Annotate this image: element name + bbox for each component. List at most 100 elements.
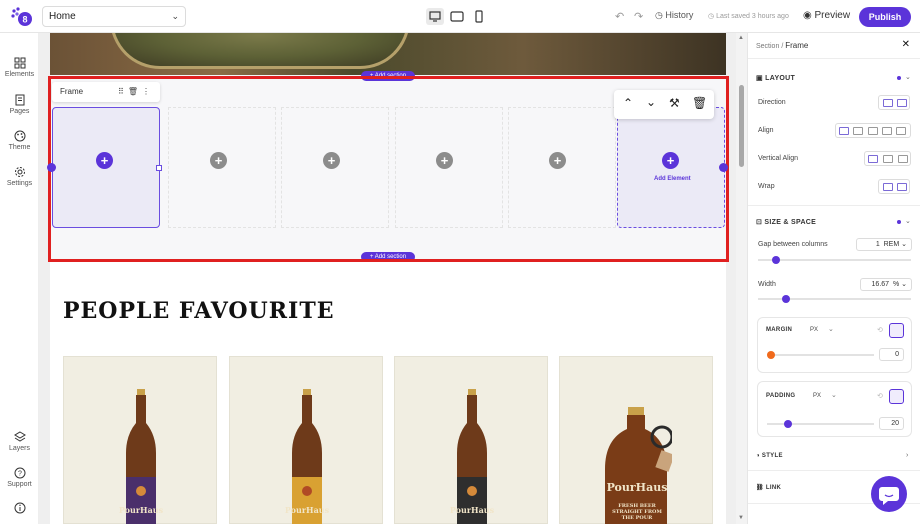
- modified-dot-icon: [897, 76, 901, 80]
- layout-icon: ▣: [756, 75, 766, 82]
- direction-label: Direction: [758, 99, 786, 106]
- sidebar-item-theme[interactable]: Theme: [0, 130, 39, 151]
- section-title: PEOPLE FAVOURITE: [63, 298, 335, 324]
- resize-handle-right[interactable]: [719, 163, 728, 172]
- valign-center-icon[interactable]: [883, 155, 893, 163]
- move-up-icon[interactable]: ⌃: [623, 96, 633, 110]
- valign-bottom-icon[interactable]: [898, 155, 908, 163]
- sidebar-item-settings[interactable]: Settings: [0, 166, 39, 187]
- scroll-thumb[interactable]: [739, 85, 744, 167]
- close-icon[interactable]: ✕: [902, 39, 910, 50]
- padding-unit[interactable]: PX: [813, 393, 821, 399]
- hero-image: [50, 33, 726, 75]
- breadcrumb: Section / Frame: [756, 41, 808, 50]
- sidebar-item-support[interactable]: ? Support: [0, 467, 39, 488]
- align-between-icon[interactable]: [882, 127, 892, 135]
- slider-knob[interactable]: [767, 351, 775, 359]
- tablet-icon[interactable]: [448, 8, 466, 25]
- product-card[interactable]: PourHaus FRESH BEER STRAIGHT FROM THE PO…: [559, 356, 713, 524]
- width-unit[interactable]: %: [893, 281, 899, 288]
- growler-subtext: FRESH BEER STRAIGHT FROM THE POUR: [612, 503, 662, 521]
- slider-knob[interactable]: [784, 420, 793, 428]
- drag-handle-icon[interactable]: ⠿: [118, 87, 128, 96]
- align-end-icon[interactable]: [868, 127, 878, 135]
- breadcrumb-root[interactable]: Section: [756, 43, 779, 50]
- move-down-icon[interactable]: ⌄: [646, 95, 656, 109]
- scroll-up-icon[interactable]: ▲: [738, 35, 744, 41]
- link-section-header[interactable]: ⛓ LINK: [756, 484, 781, 491]
- style-section-header[interactable]: ◑ STYLE ›: [756, 452, 908, 459]
- align-around-icon[interactable]: [896, 127, 906, 135]
- padding-card: PADDING PX ⌄ ⟲ 20: [757, 381, 912, 437]
- link-icon[interactable]: [889, 389, 904, 404]
- align-center-icon[interactable]: [853, 127, 863, 135]
- product-card[interactable]: PourHaus: [63, 356, 217, 524]
- more-icon[interactable]: ⋮: [142, 87, 154, 96]
- reset-icon[interactable]: ⟲: [877, 326, 883, 334]
- align-toggle[interactable]: [835, 123, 911, 138]
- layout-section-header[interactable]: ▣ LAYOUT ⌄: [756, 74, 911, 82]
- margin-value[interactable]: 0: [879, 348, 904, 361]
- history-button[interactable]: ◷ History: [655, 10, 693, 21]
- preview-label: Preview: [814, 10, 851, 21]
- wrap-grid-icon[interactable]: [897, 183, 907, 191]
- direction-row-icon[interactable]: [883, 99, 893, 107]
- wrap-toggle[interactable]: [878, 179, 910, 194]
- padding-label: PADDING: [766, 393, 796, 399]
- sidebar-item-layers[interactable]: Layers: [0, 431, 39, 452]
- sidebar-item-pages[interactable]: Pages: [0, 94, 39, 115]
- link-heading: LINK: [765, 485, 782, 491]
- magic-wand-icon[interactable]: ⚒: [669, 96, 680, 110]
- desktop-icon[interactable]: [426, 8, 444, 25]
- sidebar-item-elements[interactable]: Elements: [0, 57, 39, 78]
- sidebar-item-info[interactable]: [0, 502, 39, 516]
- chat-support-button[interactable]: [871, 476, 907, 512]
- margin-unit[interactable]: PX: [810, 327, 818, 333]
- slider-knob[interactable]: [772, 256, 781, 264]
- direction-toggle[interactable]: [878, 95, 910, 110]
- canvas-scrollbar[interactable]: ▲ ▼: [736, 33, 747, 524]
- direction-column-icon[interactable]: [897, 99, 907, 107]
- sidebar-item-label: Elements: [4, 71, 35, 78]
- product-card[interactable]: PourHaus: [229, 356, 383, 524]
- redo-icon[interactable]: ↷: [634, 10, 643, 23]
- padding-value[interactable]: 20: [879, 417, 904, 430]
- preview-button[interactable]: ◉ Preview: [803, 10, 850, 21]
- chevron-down-icon[interactable]: ⌄: [828, 325, 834, 333]
- margin-slider[interactable]: [767, 351, 874, 359]
- product-card[interactable]: PourHaus: [394, 356, 548, 524]
- undo-icon[interactable]: ↶: [615, 10, 624, 23]
- margin-card: MARGIN PX ⌄ ⟲ 0: [757, 317, 912, 373]
- link-icon[interactable]: [889, 323, 904, 338]
- publish-button[interactable]: Publish: [859, 7, 911, 27]
- scroll-down-icon[interactable]: ▼: [738, 515, 744, 521]
- history-label: History: [665, 10, 694, 20]
- reset-icon[interactable]: ⟲: [877, 392, 883, 400]
- gap-unit[interactable]: REM: [884, 241, 900, 248]
- vertical-align-toggle[interactable]: [864, 151, 911, 166]
- slider-knob[interactable]: [781, 295, 790, 303]
- breadcrumb-separator: /: [781, 43, 784, 50]
- gap-input[interactable]: 1 REM ⌄: [856, 238, 912, 251]
- column-resize-handle[interactable]: [156, 165, 162, 171]
- resize-handle-left[interactable]: [47, 163, 56, 172]
- width-slider[interactable]: [758, 295, 911, 303]
- chevron-down-icon[interactable]: ⌄: [831, 391, 837, 399]
- gap-slider[interactable]: [758, 256, 911, 264]
- align-start-icon[interactable]: [839, 127, 849, 135]
- nowrap-icon[interactable]: [883, 183, 893, 191]
- valign-top-icon[interactable]: [868, 155, 878, 163]
- mobile-icon[interactable]: [470, 8, 488, 25]
- beer-bottle-image: [292, 389, 322, 524]
- page-selector[interactable]: Home ⌄: [42, 6, 186, 27]
- delete-icon[interactable]: 🗑: [692, 96, 707, 110]
- product-label: PourHaus: [449, 505, 495, 515]
- size-space-section-header[interactable]: ⊡ SIZE & SPACE ⌄: [756, 218, 911, 226]
- chevron-down-icon: ⌄: [171, 11, 179, 21]
- margin-label: MARGIN: [766, 327, 793, 333]
- trash-icon[interactable]: 🗑: [128, 87, 142, 96]
- padding-slider[interactable]: [767, 420, 874, 428]
- width-input[interactable]: 16.67 % ⌄: [860, 278, 912, 291]
- app-logo-icon[interactable]: 8: [11, 7, 33, 27]
- frame-tag[interactable]: Frame ⠿🗑⋮: [52, 82, 160, 102]
